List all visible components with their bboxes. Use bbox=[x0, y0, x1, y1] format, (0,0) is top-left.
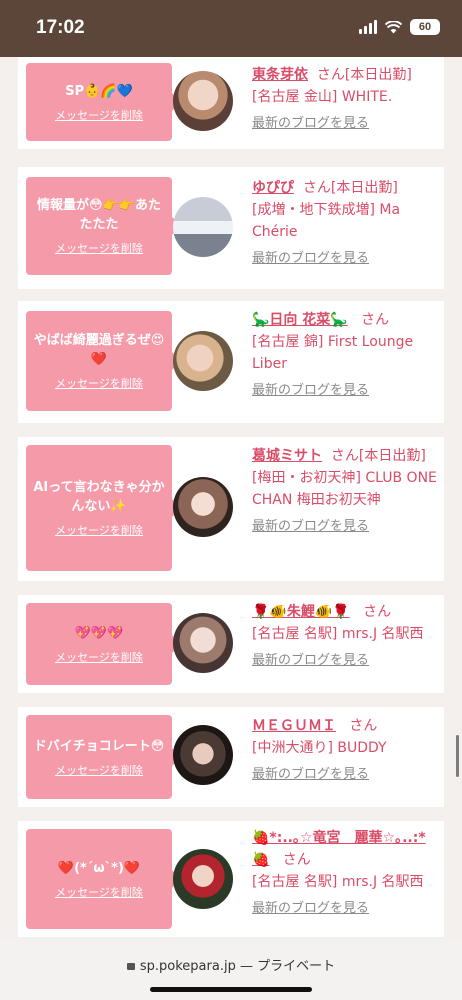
honorific: さん bbox=[349, 718, 378, 734]
message-card: ドバイチョコレート😳 メッセージを削除 ＭＥＧＵＭＩ さん [中洲大通り] BU… bbox=[18, 707, 444, 807]
view-blog-link[interactable]: 最新のブログを見る bbox=[252, 899, 369, 919]
message-text: ドバイチョコレート😳 bbox=[33, 738, 165, 754]
cast-name-link[interactable]: 葛城ミサト bbox=[252, 448, 322, 464]
shop-name: [名古屋 金山] WHITE. bbox=[252, 89, 393, 105]
wifi-icon bbox=[385, 20, 402, 33]
profile-info: 🦕日向 花菜🦕 さん [名古屋 錦] First Lounge Liber 最新… bbox=[252, 309, 440, 401]
honorific: さん bbox=[282, 852, 311, 868]
delete-message-link[interactable]: メッセージを削除 bbox=[55, 649, 143, 665]
message-bubble: 💖💖💖 メッセージを削除 bbox=[26, 603, 181, 685]
message-bubble: ドバイチョコレート😳 メッセージを削除 bbox=[26, 715, 181, 799]
lock-icon bbox=[126, 963, 135, 970]
profile-info: ＭＥＧＵＭＩ さん [中洲大通り] BUDDY 最新のブログを見る bbox=[252, 715, 440, 785]
work-status: [本日出勤] bbox=[330, 180, 398, 196]
delete-message-link[interactable]: メッセージを削除 bbox=[55, 522, 143, 538]
message-bubble: AIって言わなきゃ分かんない✨ メッセージを削除 bbox=[26, 445, 181, 571]
message-card: 💖💖💖 メッセージを削除 🌹🐠朱鯉🐠🌹 さん [名古屋 名駅] mrs.J 名駅… bbox=[18, 595, 444, 693]
status-icons: 60 bbox=[359, 19, 440, 35]
view-blog-link[interactable]: 最新のブログを見る bbox=[252, 765, 369, 785]
view-blog-link[interactable]: 最新のブログを見る bbox=[252, 114, 369, 134]
shop-name: [名古屋 名駅] mrs.J 名駅西 bbox=[252, 626, 424, 642]
cast-name-link[interactable]: 🌹🐠朱鯉🐠🌹 bbox=[252, 604, 350, 620]
message-card: やばば綺麗過ぎるぜ😍❤️ メッセージを削除 🦕日向 花菜🦕 さん [名古屋 錦]… bbox=[18, 301, 444, 423]
delete-message-link[interactable]: メッセージを削除 bbox=[55, 107, 143, 123]
avatar[interactable] bbox=[173, 613, 233, 673]
view-blog-link[interactable]: 最新のブログを見る bbox=[252, 517, 369, 537]
cellular-signal-icon bbox=[359, 20, 377, 34]
shop-name: [名古屋 名駅] mrs.J 名駅西 bbox=[252, 874, 424, 890]
battery-icon: 60 bbox=[410, 19, 440, 35]
shop-name: [名古屋 錦] First Lounge Liber bbox=[252, 334, 414, 372]
avatar[interactable] bbox=[173, 197, 233, 257]
avatar[interactable] bbox=[173, 477, 233, 537]
message-text: やばば綺麗過ぎるぜ😍❤️ bbox=[33, 333, 165, 367]
url-separator: — bbox=[239, 959, 253, 974]
work-status: [本日出勤] bbox=[358, 448, 426, 464]
status-time: 17:02 bbox=[36, 17, 85, 38]
address-text[interactable]: sp.pokepara.jp — プライベート bbox=[0, 955, 462, 974]
avatar[interactable] bbox=[173, 331, 233, 391]
shop-name: [中洲大通り] BUDDY bbox=[252, 740, 387, 756]
profile-info: 葛城ミサト さん[本日出勤] [梅田・お初天神] CLUB ONE CHAN 梅… bbox=[252, 445, 440, 537]
cast-name-link[interactable]: 🦕日向 花菜🦕 bbox=[252, 312, 348, 328]
honorific: さん bbox=[363, 604, 392, 620]
scrollbar-thumb[interactable] bbox=[456, 735, 459, 777]
honorific: さん bbox=[316, 67, 345, 83]
cast-name-link[interactable]: 🍓*:..｡☆竜宮 麗華☆｡..:*🍓 bbox=[252, 830, 426, 868]
message-card: ❤️(*´ω`*)❤️ メッセージを削除 🍓*:..｡☆竜宮 麗華☆｡..:*🍓… bbox=[18, 821, 444, 937]
delete-message-link[interactable]: メッセージを削除 bbox=[55, 240, 143, 256]
shop-name: [梅田・お初天神] CLUB ONE CHAN 梅田お初天神 bbox=[252, 470, 437, 508]
message-text: 情報量が😳👉👉あたたたた bbox=[37, 198, 161, 232]
view-blog-link[interactable]: 最新のブログを見る bbox=[252, 249, 369, 269]
cast-name-link[interactable]: ＭＥＧＵＭＩ bbox=[252, 718, 336, 734]
avatar[interactable] bbox=[173, 71, 233, 131]
message-bubble: やばば綺麗過ぎるぜ😍❤️ メッセージを削除 bbox=[26, 311, 181, 411]
message-text: AIって言わなきゃ分かんない✨ bbox=[33, 480, 165, 514]
message-bubble: ❤️(*´ω`*)❤️ メッセージを削除 bbox=[26, 829, 181, 929]
avatar[interactable] bbox=[173, 725, 233, 785]
profile-info: ゆぴぴ さん[本日出勤] [成増・地下鉄成増] Ma Chérie 最新のブログ… bbox=[252, 177, 440, 269]
delete-message-link[interactable]: メッセージを削除 bbox=[55, 884, 143, 900]
profile-info: 東条芽依 さん[本日出勤] [名古屋 金山] WHITE. 最新のブログを見る bbox=[252, 64, 440, 134]
cast-name-link[interactable]: ゆぴぴ bbox=[252, 180, 294, 196]
private-mode-label: プライベート bbox=[257, 959, 336, 974]
profile-info: 🍓*:..｡☆竜宮 麗華☆｡..:*🍓 さん [名古屋 名駅] mrs.J 名駅… bbox=[252, 827, 440, 919]
message-text: ❤️(*´ω`*)❤️ bbox=[57, 860, 141, 876]
message-bubble: 情報量が😳👉👉あたたたた メッセージを削除 bbox=[26, 177, 181, 275]
view-blog-link[interactable]: 最新のブログを見る bbox=[252, 651, 369, 671]
status-bar: 17:02 60 bbox=[0, 0, 462, 57]
message-text: 💖💖💖 bbox=[74, 625, 124, 641]
message-text: SP👶🌈💙 bbox=[65, 83, 133, 99]
view-blog-link[interactable]: 最新のブログを見る bbox=[252, 381, 369, 401]
honorific: さん bbox=[302, 180, 331, 196]
message-card: SP👶🌈💙 メッセージを削除 東条芽依 さん[本日出勤] [名古屋 金山] WH… bbox=[18, 57, 444, 149]
home-indicator[interactable] bbox=[150, 987, 312, 992]
cast-name-link[interactable]: 東条芽依 bbox=[252, 67, 308, 83]
message-card: AIって言わなきゃ分かんない✨ メッセージを削除 葛城ミサト さん[本日出勤] … bbox=[18, 437, 444, 581]
shop-name: [成増・地下鉄成増] Ma Chérie bbox=[252, 202, 401, 240]
profile-info: 🌹🐠朱鯉🐠🌹 さん [名古屋 名駅] mrs.J 名駅西 最新のブログを見る bbox=[252, 601, 440, 671]
message-bubble: SP👶🌈💙 メッセージを削除 bbox=[26, 63, 181, 141]
delete-message-link[interactable]: メッセージを削除 bbox=[55, 762, 143, 778]
avatar[interactable] bbox=[173, 849, 233, 909]
url-text: sp.pokepara.jp bbox=[139, 959, 236, 974]
message-card: 情報量が😳👉👉あたたたた メッセージを削除 ゆぴぴ さん[本日出勤] [成増・地… bbox=[18, 167, 444, 289]
honorific: さん bbox=[361, 312, 390, 328]
honorific: さん bbox=[330, 448, 359, 464]
delete-message-link[interactable]: メッセージを削除 bbox=[55, 375, 143, 391]
work-status: [本日出勤] bbox=[344, 67, 412, 83]
